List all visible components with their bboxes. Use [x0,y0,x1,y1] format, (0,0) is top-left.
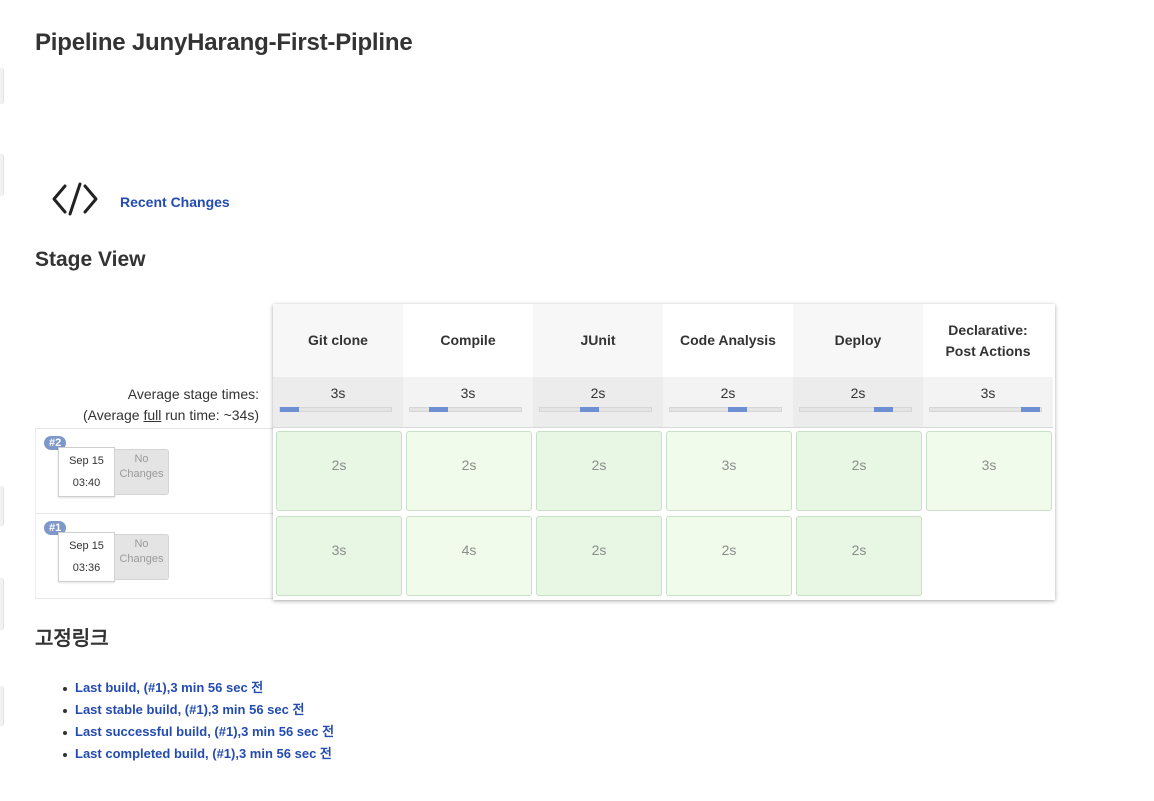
build-date: Sep 15 [69,455,104,467]
permalink-last-stable-build[interactable]: Last stable build, (#1),3 min 56 sec 전 [75,702,304,717]
build-row: #2 Sep 15 03:40 No Changes [35,429,273,514]
stage-header-compile: Compile [403,304,533,377]
changes-line1: No [134,538,149,550]
stage-timing-bar [799,407,912,412]
stage-cell[interactable]: 3s [666,431,792,511]
permalink-last-completed-build[interactable]: Last completed build, (#1),3 min 56 sec … [75,746,332,761]
stage-average: 3s [273,377,403,428]
list-item: Last successful build, (#1),3 min 56 sec… [62,723,334,745]
stage-cell[interactable]: 2s [536,516,662,596]
build-time: 03:40 [72,477,101,489]
permalinks-list: Last build, (#1),3 min 56 sec 전 Last sta… [62,679,334,767]
stage-header-code-analysis: Code Analysis [663,304,793,377]
sidebar-edge-tab [0,686,4,726]
stage-cell[interactable]: 2s [796,431,922,511]
build-date: Sep 15 [69,540,104,552]
stage-average-value: 3s [980,385,996,401]
stage-timing-bar [409,407,522,412]
stage-header-git-clone: Git clone [273,304,403,377]
sidebar-edge-tab [0,578,4,630]
stage-view-heading: Stage View [35,248,146,271]
sidebar-edge-tab [0,154,4,196]
stage-average: 3s [403,377,533,428]
stage-cell[interactable]: 2s [276,431,402,511]
recent-changes: Recent Changes [50,180,230,218]
changes-line1: No [134,453,149,465]
build-date-card: Sep 15 03:40 [58,447,115,497]
stage-cell[interactable]: 2s [406,431,532,511]
recent-changes-link[interactable]: Recent Changes [120,194,230,210]
sidebar-edge-tab [0,68,4,104]
stage-average: 2s [663,377,793,428]
stage-header-junit: JUnit [533,304,663,377]
stage-view-grid: Git clone Compile JUnit Code Analysis De… [273,304,1055,600]
stage-average-value: 2s [590,385,606,401]
stage-average: 2s [793,377,923,428]
permalink-last-successful-build[interactable]: Last successful build, (#1),3 min 56 sec… [75,724,334,739]
list-item: Last completed build, (#1),3 min 56 sec … [62,745,334,767]
changes-line2: Changes [119,553,164,565]
stage-header-deploy: Deploy [793,304,923,377]
code-icon[interactable] [50,180,100,218]
list-item: Last stable build, (#1),3 min 56 sec 전 [62,701,334,723]
average-stage-times-text: Average stage times: [127,386,259,402]
average-full-link[interactable]: full [143,407,161,423]
stage-average: 2s [533,377,663,428]
permalink-last-build[interactable]: Last build, (#1),3 min 56 sec 전 [75,680,263,695]
build-changes-box[interactable]: No Changes [114,449,169,495]
sidebar-edge-tab [0,486,4,526]
build-changes-box[interactable]: No Changes [114,534,169,580]
stage-cell[interactable]: 3s [926,431,1052,511]
build-date-card: Sep 15 03:36 [58,532,115,582]
permalinks-heading: 고정링크 [35,628,109,650]
stage-timing-bar [279,407,392,412]
stage-cell[interactable]: 4s [406,516,532,596]
average-stage-times-label: Average stage times: (Average full run t… [36,384,259,426]
stage-timing-bar [929,407,1042,412]
stage-average-value: 3s [330,385,346,401]
stage-header-post-actions: Declarative: Post Actions [923,304,1053,377]
build-time: 03:36 [72,562,101,574]
stage-timing-bar [539,407,652,412]
list-item: Last build, (#1),3 min 56 sec 전 [62,679,334,701]
stage-cell[interactable]: 2s [796,516,922,596]
stage-average: 3s [923,377,1053,428]
builds-column: #2 Sep 15 03:40 No Changes #1 Sep 15 03:… [35,428,273,599]
stage-average-value: 2s [720,385,736,401]
stage-average-value: 2s [850,385,866,401]
changes-line2: Changes [119,468,164,480]
stage-cell[interactable]: 2s [666,516,792,596]
page-title: Pipeline JunyHarang-First-Pipline [35,29,413,56]
stage-timing-bar [669,407,782,412]
average-run-time-text: (Average full run time: ~34s) [82,407,259,423]
stage-average-value: 3s [460,385,476,401]
stage-cell[interactable]: 3s [276,516,402,596]
stage-cell[interactable]: 2s [536,431,662,511]
build-row: #1 Sep 15 03:36 No Changes [35,514,273,599]
